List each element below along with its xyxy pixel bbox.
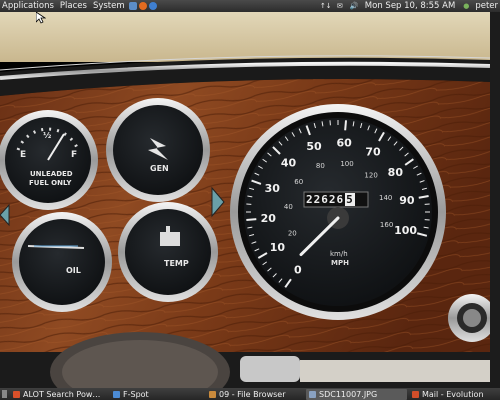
firefox-icon[interactable] — [138, 2, 147, 10]
fuel-scale-empty: E — [20, 150, 27, 160]
mph-tick-label: 50 — [306, 140, 322, 153]
odometer: 22626 5 — [306, 193, 355, 206]
kmh-tick-label: 20 — [288, 229, 297, 237]
top-panel: Applications Places System ↑↓ ✉ 🔊 Mon Se… — [0, 0, 500, 12]
taskbar-label: SDC11007.JPG — [319, 389, 378, 399]
browser-icon — [13, 390, 20, 398]
odometer-tenth: 5 — [345, 193, 355, 206]
generator-gauge — [106, 98, 210, 202]
kmh-tick-label: 120 — [364, 172, 377, 180]
kmh-tick-label: 40 — [284, 203, 293, 211]
taskbar-label: 09 - File Browser — [219, 389, 286, 399]
taskbar-label: F-Spot — [123, 389, 149, 399]
kmh-tick-label: 160 — [380, 221, 393, 229]
fuel-scale-half: ½ — [43, 131, 52, 140]
speedometer: 01020304050 60708090100 20406080 100120140… — [230, 104, 446, 320]
menu-system[interactable]: System — [90, 0, 128, 12]
taskbar-item-evolution[interactable]: Mail - Evolution — [409, 389, 497, 400]
kmh-tick-label: 60 — [294, 178, 303, 186]
fuel-gauge — [0, 110, 98, 210]
user-name[interactable]: peter — [473, 1, 500, 11]
mph-tick-label: 60 — [336, 136, 352, 149]
mph-tick-label: 80 — [388, 166, 404, 179]
taskbar-item-alot[interactable]: ALOT Search Pow… — [10, 389, 108, 400]
volume-icon[interactable]: 🔊 — [349, 2, 358, 10]
taskbar-item-image-viewer[interactable]: SDC11007.JPG — [306, 388, 407, 400]
mph-tick-label: 90 — [399, 194, 415, 207]
mph-unit: MPH — [331, 259, 349, 267]
menu-applications[interactable]: Applications — [0, 0, 57, 12]
kmh-tick-label: 80 — [316, 162, 325, 170]
major-tick — [246, 218, 257, 222]
odometer-reading: 22626 — [306, 193, 345, 206]
clock[interactable]: Mon Sep 10, 8:55 AM — [361, 1, 460, 11]
mph-tick-label: 100 — [394, 224, 417, 237]
mail-app-icon — [412, 390, 419, 398]
photo-app-icon — [113, 390, 120, 398]
menu-places[interactable]: Places — [57, 0, 90, 12]
kmh-tick-label: 140 — [379, 194, 392, 202]
dashboard-image: 01020304050 60708090100 20406080 100120140… — [0, 12, 490, 388]
folder-icon — [209, 390, 216, 398]
user-icon: ● — [463, 2, 470, 10]
mph-tick-label: 70 — [365, 145, 381, 158]
help-icon[interactable] — [148, 2, 157, 10]
kmh-tick-label: 100 — [340, 160, 353, 168]
right-edge-strip — [490, 12, 500, 388]
mouse-pointer-icon — [36, 12, 46, 24]
taskbar-label: ALOT Search Pow… — [23, 389, 101, 399]
files-launcher-icon[interactable] — [128, 2, 137, 10]
oil-gauge — [12, 212, 112, 312]
mph-tick-label: 40 — [281, 157, 297, 170]
image-icon — [309, 390, 316, 398]
network-icon[interactable]: ↑↓ — [320, 2, 332, 10]
major-tick — [344, 120, 348, 131]
taskbar-item-file-browser[interactable]: 09 - File Browser — [206, 389, 304, 400]
oil-label: OIL — [66, 266, 81, 275]
mph-tick-label: 0 — [294, 263, 302, 276]
temperature-gauge — [118, 202, 218, 302]
mph-tick-label: 10 — [270, 241, 286, 254]
fuel-label-2: FUEL ONLY — [29, 179, 72, 187]
taskbar-label: Mail - Evolution — [422, 389, 484, 399]
bottom-panel: ALOT Search Pow… F-Spot 09 - File Browse… — [0, 388, 500, 400]
mail-icon[interactable]: ✉ — [336, 2, 344, 10]
mph-tick-label: 20 — [261, 212, 277, 225]
taskbar-item-fspot[interactable]: F-Spot — [110, 389, 204, 400]
temp-label: TEMP — [164, 259, 189, 268]
show-desktop-icon[interactable] — [2, 390, 7, 398]
mph-tick-label: 30 — [265, 182, 281, 195]
dashboard-photo: 0 10 20 30 40 50 60 70 80 90 100 20 40 60 80 100 120 140… — [0, 12, 490, 388]
fuel-label-1: UNLEADED — [30, 170, 73, 178]
gen-label: GEN — [150, 164, 169, 173]
kmh-unit: km/h — [330, 250, 348, 258]
fuel-scale-full: F — [71, 150, 78, 160]
